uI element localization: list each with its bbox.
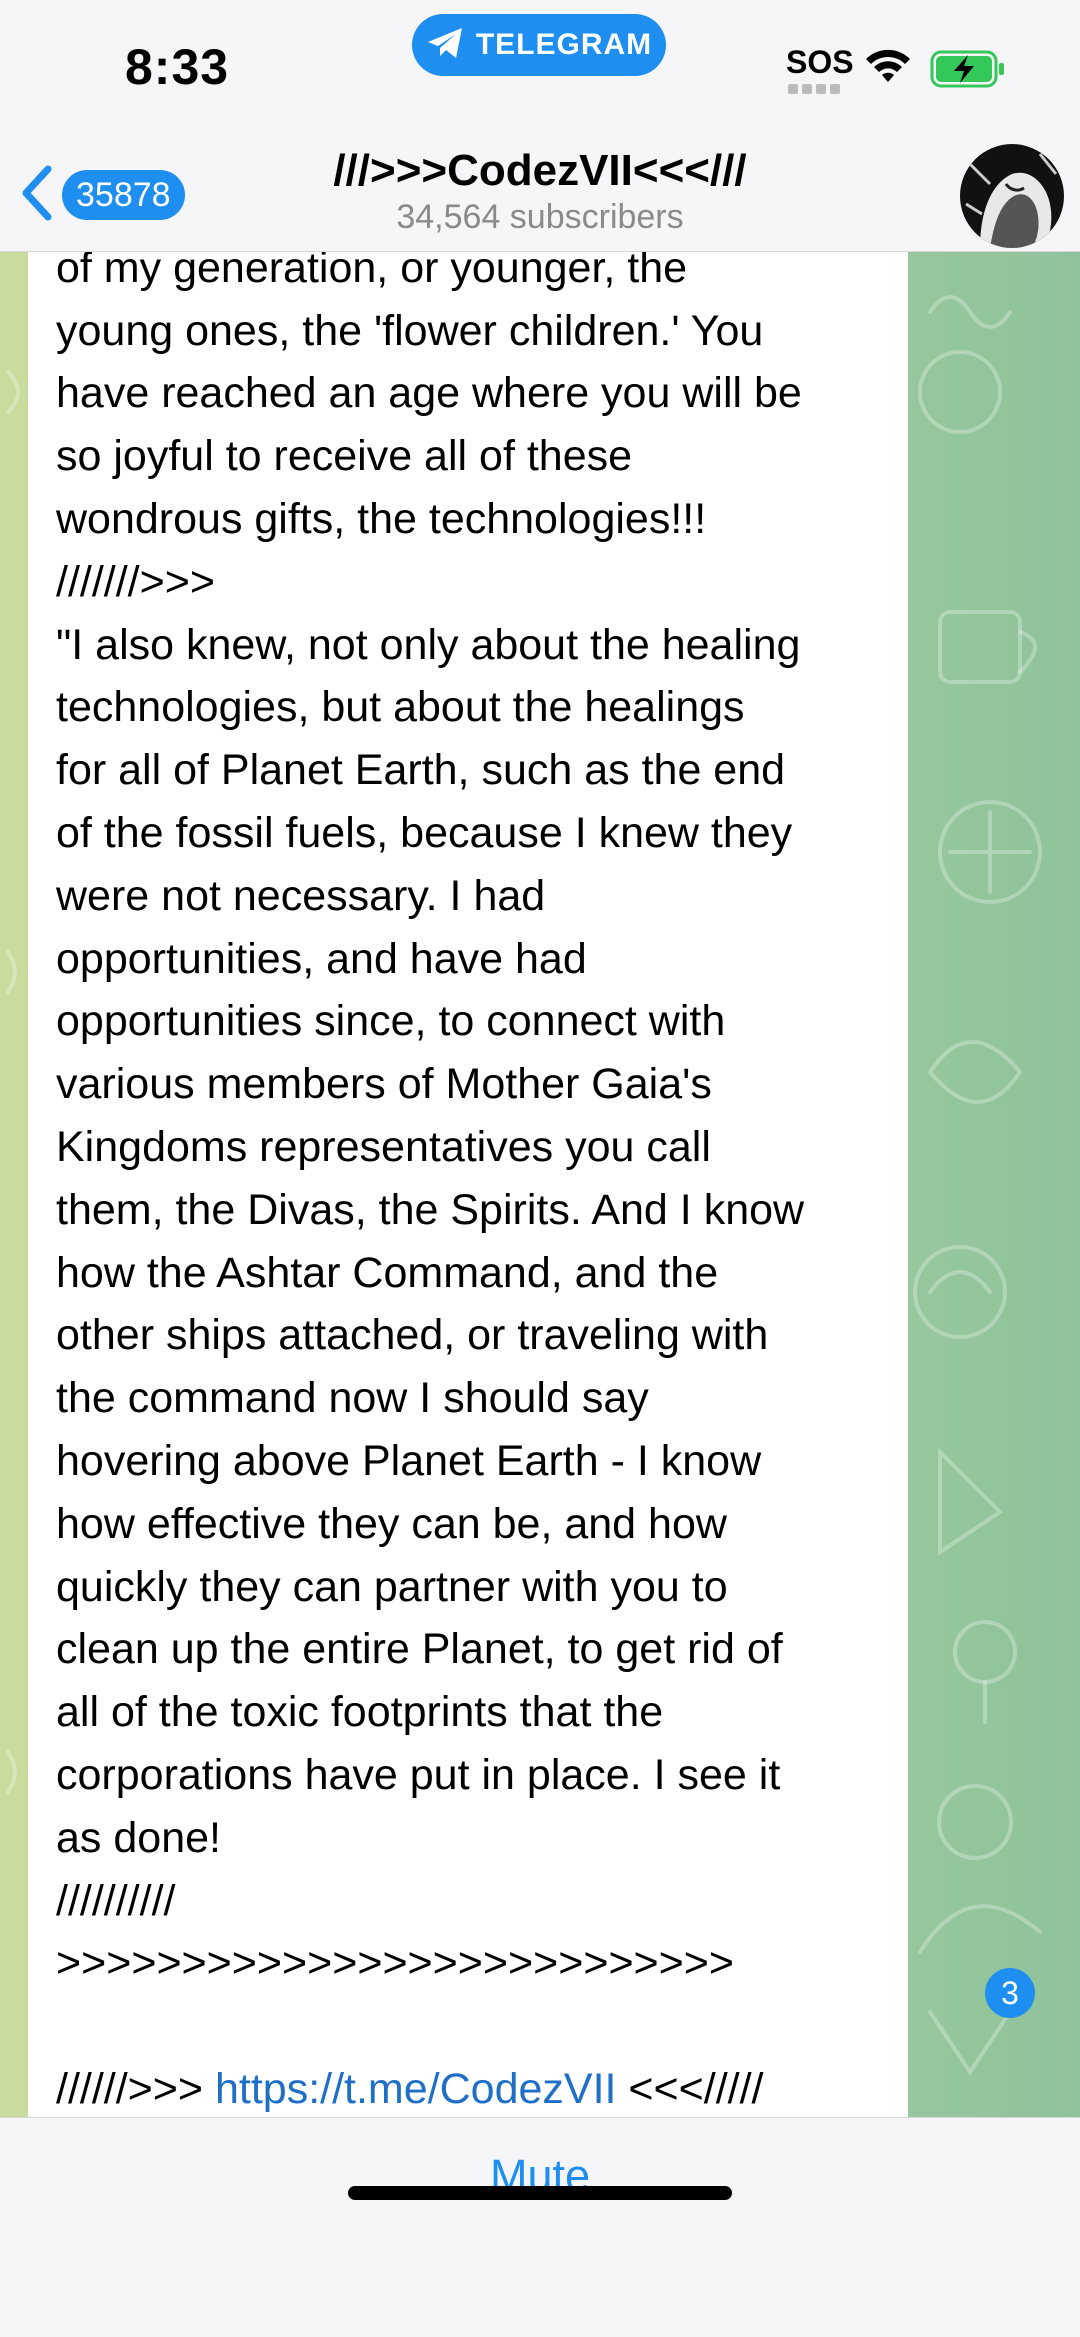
- home-indicator[interactable]: [348, 2186, 732, 2200]
- message-line: hovering above Planet Earth - I know: [56, 1436, 762, 1485]
- message-line: corporations have put in place. I see it: [56, 1750, 781, 1799]
- channel-avatar[interactable]: [960, 144, 1064, 248]
- message-line: various members of Mother Gaia's: [56, 1060, 712, 1109]
- channel-title: ///>>>CodezVII<<<///: [333, 146, 747, 195]
- battery-charging-icon: [930, 50, 1006, 93]
- message-line: wondrous gifts, the technologies!!!: [56, 494, 707, 543]
- message-line: opportunities since, to connect with: [56, 997, 726, 1046]
- message-line: "I also knew, not only about the healing: [56, 620, 801, 669]
- message-line: how the Ashtar Command, and the: [56, 1248, 719, 1297]
- wifi-icon: [864, 48, 912, 89]
- message-line: how effective they can be, and how: [56, 1499, 727, 1548]
- message-line: other ships attached, or traveling with: [56, 1311, 769, 1360]
- message-bubble[interactable]: of my generation, or younger, the young o…: [28, 252, 908, 2117]
- chevron-left-icon: [18, 163, 56, 228]
- message-line: as done!: [56, 1813, 221, 1862]
- channel-link-line: //////>>> https://t.me/CodezVII <<</////: [56, 2058, 896, 2117]
- message-line: were not necessary. I had: [56, 871, 546, 920]
- return-to-app-pill[interactable]: TELEGRAM: [412, 14, 666, 76]
- status-time: 8:33: [125, 39, 230, 95]
- message-line: quickly they can partner with you to: [56, 1562, 728, 1611]
- message-line: have reached an age where you will be: [56, 369, 802, 418]
- message-line: for all of Planet Earth, such as the end: [56, 746, 786, 795]
- channel-link[interactable]: https://t.me/CodezVII: [215, 2065, 617, 2113]
- message-line: young ones, the 'flower children.' You: [56, 306, 764, 355]
- message-line: technologies, but about the healings: [56, 683, 745, 732]
- message-line: them, the Divas, the Spirits. And I know: [56, 1185, 805, 1234]
- message-lines: of my generation, or younger, the young o…: [56, 252, 896, 1995]
- message-line: of my generation, or younger, the: [56, 252, 688, 292]
- back-button[interactable]: 35878: [18, 160, 185, 230]
- navigation-bar: 35878 ///>>>CodezVII<<</// 34,564 subscr…: [0, 140, 1080, 252]
- message-line: Kingdoms representatives you call: [56, 1122, 711, 1171]
- channel-info[interactable]: ///>>>CodezVII<<</// 34,564 subscribers: [240, 146, 840, 237]
- message-line: clean up the entire Planet, to get rid o…: [56, 1625, 783, 1674]
- link-suffix: <<</////: [616, 2064, 764, 2113]
- bottom-bar: Mute: [0, 2117, 1080, 2337]
- link-prefix: //////>>>: [56, 2064, 215, 2113]
- telegram-icon: [426, 26, 466, 65]
- message-line: //////////: [56, 1876, 176, 1925]
- sos-indicator: SOS: [786, 44, 854, 80]
- status-bar: 8:33 TELEGRAM SOS: [0, 0, 1080, 140]
- unread-messages-badge: 3: [985, 1968, 1035, 2018]
- message-line: of the fossil fuels, because I knew they: [56, 808, 793, 857]
- message-line: ///////>>>: [56, 557, 215, 606]
- subscriber-count: 34,564 subscribers: [396, 198, 684, 236]
- message-line: the command now I should say: [56, 1374, 649, 1423]
- message-line: opportunities, and have had: [56, 934, 587, 983]
- chat-area[interactable]: of my generation, or younger, the young o…: [0, 252, 1080, 2117]
- message-text: of my generation, or younger, the young o…: [56, 252, 896, 2117]
- message-line: all of the toxic footprints that the: [56, 1688, 664, 1737]
- pill-label: TELEGRAM: [475, 28, 653, 61]
- message-line: so joyful to receive all of these: [56, 432, 633, 481]
- signal-dots: [788, 84, 840, 94]
- message-line: >>>>>>>>>>>>>>>>>>>>>>>>>>>: [56, 1939, 735, 1988]
- unread-count-badge: 35878: [62, 170, 185, 220]
